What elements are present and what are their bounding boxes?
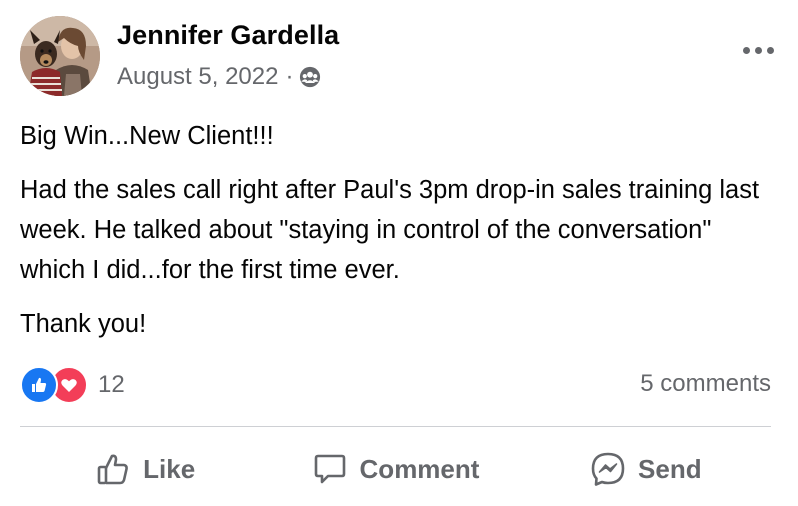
post-actions: Like Comment Send bbox=[20, 440, 771, 498]
reaction-count: 12 bbox=[98, 371, 125, 398]
more-dot-icon bbox=[766, 46, 774, 54]
like-button[interactable]: Like bbox=[20, 440, 270, 498]
post-stats: 12 5 comments bbox=[20, 366, 771, 406]
reactions-summary[interactable]: 12 bbox=[20, 366, 125, 404]
send-label: Send bbox=[638, 453, 702, 484]
post-meta: August 5, 2022 · bbox=[117, 63, 321, 91]
comments-count-link[interactable]: 5 comments bbox=[640, 370, 771, 398]
author-name[interactable]: Jennifer Gardella bbox=[117, 20, 339, 51]
post-paragraph: Big Win...New Client!!! bbox=[20, 122, 274, 150]
post-date[interactable]: August 5, 2022 bbox=[117, 63, 278, 91]
like-reaction-icon bbox=[20, 366, 58, 404]
comment-label: Comment bbox=[359, 453, 480, 484]
meta-separator: · bbox=[285, 63, 294, 90]
comment-bubble-icon bbox=[314, 454, 345, 484]
send-button[interactable]: Send bbox=[521, 440, 771, 498]
post-header: Jennifer Gardella August 5, 2022 · bbox=[20, 16, 778, 96]
group-audience-icon[interactable] bbox=[299, 66, 321, 88]
comment-button[interactable]: Comment bbox=[270, 440, 520, 498]
more-dot-icon bbox=[754, 46, 762, 54]
avatar[interactable] bbox=[20, 16, 100, 96]
post-paragraph: Had the sales call right after Paul's 3p… bbox=[20, 176, 760, 284]
thumbs-up-icon bbox=[97, 454, 129, 485]
more-options-button[interactable] bbox=[738, 40, 778, 60]
messenger-icon bbox=[591, 452, 625, 486]
like-label: Like bbox=[143, 453, 196, 484]
more-dot-icon bbox=[742, 46, 750, 54]
divider bbox=[20, 426, 771, 427]
post-paragraph: Thank you! bbox=[20, 310, 147, 338]
